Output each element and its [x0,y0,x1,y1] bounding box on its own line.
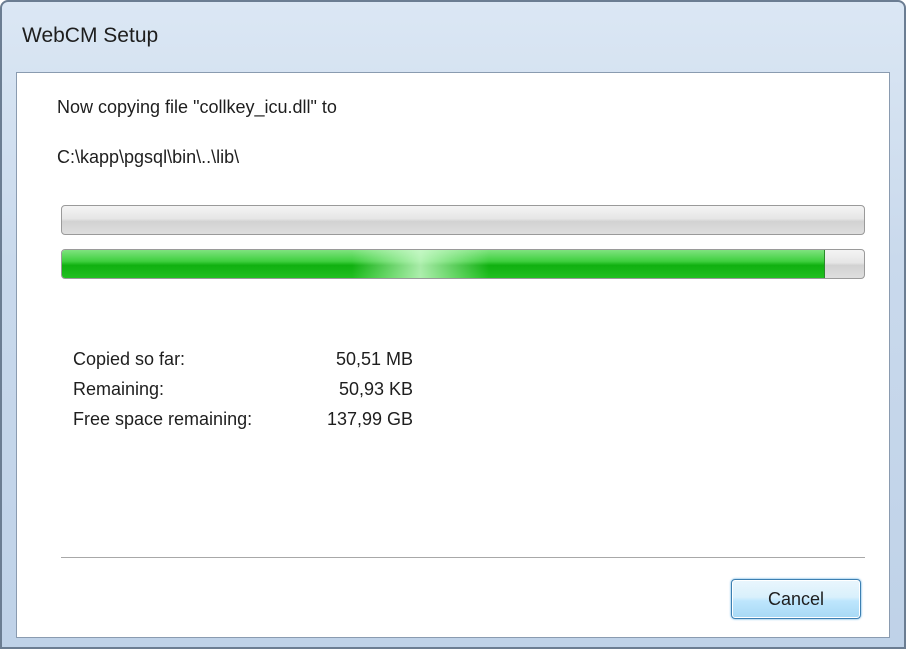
stat-row-copied: Copied so far: 50,51 MB [73,349,413,379]
stat-label: Copied so far: [73,349,186,369]
stat-label: Free space remaining: [73,409,253,429]
destination-path: C:\kapp\pgsql\bin\..\lib\ [57,147,240,167]
stat-label: Remaining: [73,379,165,399]
overall-progress-bar [61,249,865,279]
overall-progress-fill [62,250,825,278]
cancel-button[interactable]: Cancel [731,579,861,619]
stat-value: 50,93 KB [338,379,413,399]
stat-row-free-space: Free space remaining: 137,99 GB [73,409,413,439]
button-separator [61,557,865,559]
stat-value: 137,99 GB [326,409,413,429]
setup-dialog-window: WebCM Setup Now copying file "collkey_ic… [0,0,906,649]
copy-statistics: Copied so far: 50,51 MB Remaining: 50,93… [73,349,413,439]
window-title: WebCM Setup [22,24,159,47]
copying-file-message: Now copying file "collkey_icu.dll" to [57,97,337,117]
stat-row-remaining: Remaining: 50,93 KB [73,379,413,409]
title-bar[interactable]: WebCM Setup [2,2,904,72]
stat-value: 50,51 MB [335,349,413,369]
dialog-content: Now copying file "collkey_icu.dll" to C:… [16,72,890,638]
file-progress-bar [61,205,865,235]
